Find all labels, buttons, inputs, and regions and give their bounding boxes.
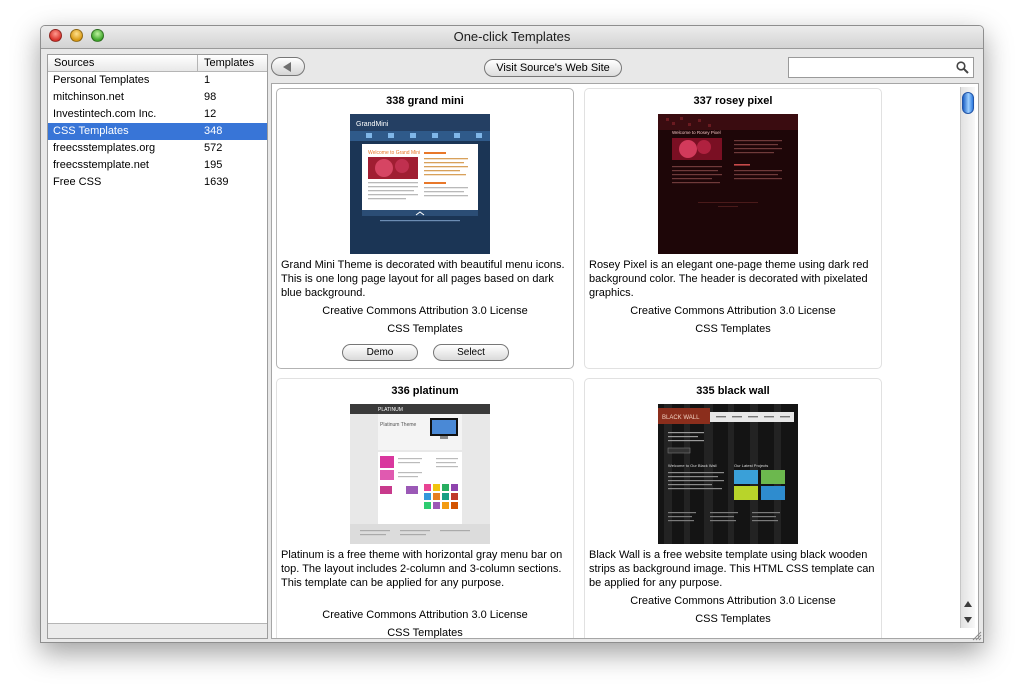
templates-grid: 338 grand mini GrandMini Welcome to Gran… [271, 83, 979, 639]
source-count: 572 [204, 142, 223, 154]
source-count: 1 [204, 74, 211, 86]
template-thumbnail[interactable]: BLACK WALL Welcome to Our Black Wall Our… [658, 404, 798, 544]
window-title: One-click Templates [453, 29, 571, 44]
template-source: CSS Templates [695, 613, 771, 625]
thumbnail-welcome: Welcome to Grand Mini [368, 150, 420, 156]
source-name: Personal Templates [53, 74, 150, 86]
templates-column-header[interactable]: Templates [198, 55, 267, 71]
template-license: Creative Commons Attribution 3.0 License [322, 305, 528, 317]
source-name: freecsstemplates.org [53, 142, 156, 154]
thumbnail-heading: Platinum Theme [380, 422, 417, 428]
source-count: 1639 [204, 176, 229, 188]
template-title: 336 platinum [391, 385, 459, 397]
template-description: Black Wall is a free website template us… [589, 549, 875, 589]
source-name: Free CSS [53, 176, 102, 188]
source-row-css-templates[interactable]: CSS Templates 348 [48, 123, 267, 140]
template-title: 335 black wall [696, 385, 770, 397]
resize-grip-icon[interactable] [971, 630, 982, 641]
source-count: 12 [204, 108, 217, 120]
template-source: CSS Templates [387, 323, 463, 335]
thumbnail-logo: BLACK WALL [662, 415, 700, 421]
source-name: freecsstemplate.net [53, 159, 149, 171]
source-name: mitchinson.net [53, 91, 124, 103]
template-card-grand-mini[interactable]: 338 grand mini GrandMini Welcome to Gran… [276, 88, 574, 369]
template-thumbnail[interactable]: GrandMini Welcome to Grand Mini [350, 114, 490, 254]
template-source: CSS Templates [387, 627, 463, 639]
scrollbar-thumb[interactable] [962, 92, 974, 114]
thumbnail-projects: Our Latest Projects [734, 463, 768, 468]
template-thumbnail[interactable]: Welcome to Rosey Pixel [658, 114, 798, 254]
back-arrow-icon [283, 62, 291, 72]
template-description: Rosey Pixel is an elegant one-page theme… [589, 259, 869, 299]
vertical-scrollbar[interactable] [960, 87, 975, 628]
source-name: CSS Templates [53, 125, 129, 137]
template-description: Platinum is a free theme with horizontal… [281, 549, 563, 589]
source-count: 348 [204, 125, 223, 137]
scroll-up-arrow-icon[interactable] [964, 601, 972, 607]
template-source: CSS Templates [695, 323, 771, 335]
template-license: Creative Commons Attribution 3.0 License [630, 595, 836, 607]
source-row-freecsstemplates-org[interactable]: freecsstemplates.org 572 [48, 140, 267, 157]
source-name: Investintech.com Inc. [53, 108, 157, 120]
scroll-down-arrow-icon[interactable] [964, 617, 972, 623]
source-count: 98 [204, 91, 217, 103]
source-count: 195 [204, 159, 223, 171]
source-row-mitchinson[interactable]: mitchinson.net 98 [48, 89, 267, 106]
select-button[interactable]: Select [433, 344, 509, 361]
search-icon[interactable] [956, 61, 969, 74]
search-field[interactable] [788, 57, 974, 78]
thumbnail-welcome: Welcome to Our Black Wall [668, 463, 717, 468]
sources-footer [48, 623, 267, 638]
source-row-personal-templates[interactable]: Personal Templates 1 [48, 72, 267, 89]
thumbnail-logo: PLATINUM [378, 407, 403, 413]
sources-table-header: Sources Templates [48, 55, 267, 72]
template-title: 337 rosey pixel [693, 95, 773, 107]
title-bar: One-click Templates [41, 26, 983, 49]
thumbnail-logo: GrandMini [356, 121, 389, 128]
template-card-platinum[interactable]: 336 platinum PLATINUM Platinum Theme Pla… [276, 378, 574, 639]
demo-button[interactable]: Demo [342, 344, 418, 361]
sources-table: Sources Templates Personal Templates 1 m… [47, 54, 268, 639]
source-row-free-css[interactable]: Free CSS 1639 [48, 174, 267, 191]
template-card-black-wall[interactable]: 335 black wall BLACK WALL Welcome to Our… [584, 378, 882, 638]
app-window: One-click Templates Sources Templates Pe… [40, 25, 984, 643]
template-license: Creative Commons Attribution 3.0 License [630, 305, 836, 317]
search-input[interactable] [793, 60, 957, 77]
template-description: Grand Mini Theme is decorated with beaut… [281, 259, 565, 299]
source-row-investintech[interactable]: Investintech.com Inc. 12 [48, 106, 267, 123]
thumbnail-welcome: Welcome to Rosey Pixel [672, 130, 721, 135]
template-thumbnail[interactable]: PLATINUM Platinum Theme [350, 404, 490, 544]
source-row-freecsstemplate-net[interactable]: freecsstemplate.net 195 [48, 157, 267, 174]
template-license: Creative Commons Attribution 3.0 License [322, 609, 528, 621]
visit-source-web-site-button[interactable]: Visit Source's Web Site [484, 59, 622, 77]
back-button[interactable] [271, 57, 305, 76]
sources-column-header[interactable]: Sources [48, 55, 198, 71]
template-title: 338 grand mini [386, 95, 464, 107]
template-card-rosey-pixel[interactable]: 337 rosey pixel Welcome to Rosey Pixel R… [584, 88, 882, 369]
